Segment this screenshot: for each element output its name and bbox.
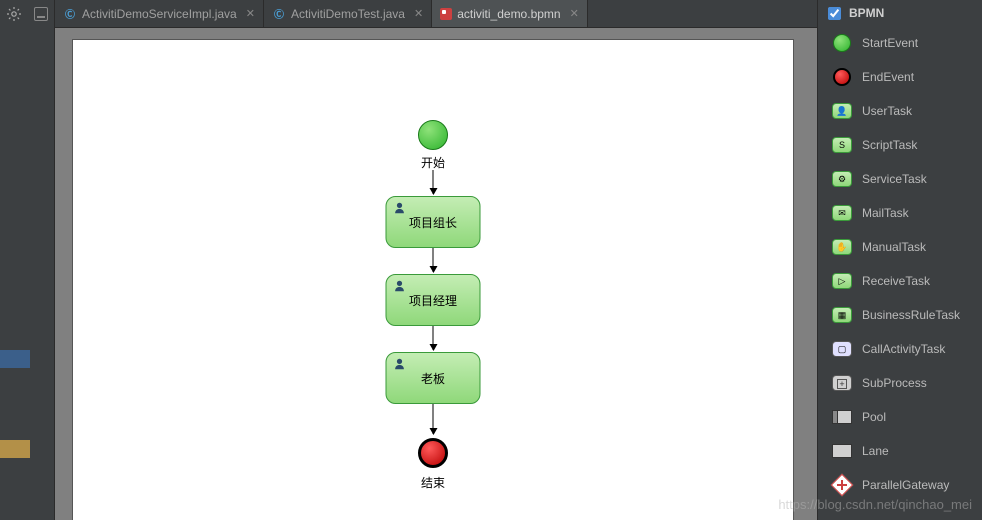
- service-task-icon: ⚙: [832, 169, 852, 189]
- tab-label: activiti_demo.bpmn: [457, 7, 560, 21]
- palette-item-start-event[interactable]: StartEvent: [818, 26, 982, 60]
- sequence-flow[interactable]: [433, 248, 434, 272]
- start-event-icon: [832, 33, 852, 53]
- palette-item-label: MailTask: [862, 206, 909, 220]
- receive-task-icon: ▷: [832, 271, 852, 291]
- palette-item-label: CallActivityTask: [862, 342, 945, 356]
- java-icon: Ⓒ: [63, 7, 77, 21]
- palette-item-pool[interactable]: Pool: [818, 400, 982, 434]
- palette-item-parallel-gateway[interactable]: ParallelGateway: [818, 468, 982, 502]
- palette-item-label: EndEvent: [862, 70, 914, 84]
- user-icon: [393, 279, 407, 293]
- tab-activiti-demo-bpmn[interactable]: activiti_demo.bpmn ✕: [432, 0, 588, 27]
- palette-title: BPMN: [849, 6, 884, 20]
- palette-item-lane[interactable]: Lane: [818, 434, 982, 468]
- user-icon: [393, 201, 407, 215]
- bpmn-palette: BPMN StartEvent EndEvent 👤 UserTask S Sc…: [817, 0, 982, 520]
- palette-item-service-task[interactable]: ⚙ ServiceTask: [818, 162, 982, 196]
- start-event-label: 开始: [421, 154, 445, 171]
- sequence-flow[interactable]: [433, 404, 434, 434]
- palette-item-label: SubProcess: [862, 376, 927, 390]
- gutter-marker-blue: [0, 350, 30, 368]
- tab-label: ActivitiDemoServiceImpl.java: [82, 7, 237, 21]
- palette-item-label: BusinessRuleTask: [862, 308, 960, 322]
- palette-item-label: Lane: [862, 444, 889, 458]
- user-task-node-3[interactable]: 老板: [386, 352, 481, 404]
- palette-item-user-task[interactable]: 👤 UserTask: [818, 94, 982, 128]
- java-icon: Ⓒ: [272, 7, 286, 21]
- close-icon[interactable]: ✕: [414, 7, 423, 20]
- business-rule-task-icon: ▦: [832, 305, 852, 325]
- manual-task-icon: ✋: [832, 237, 852, 257]
- palette-item-sub-process[interactable]: SubProcess: [818, 366, 982, 400]
- palette-item-label: ParallelGateway: [862, 478, 949, 492]
- palette-item-label: ReceiveTask: [862, 274, 930, 288]
- user-task-icon: 👤: [832, 101, 852, 121]
- sequence-flow[interactable]: [433, 326, 434, 350]
- palette-item-script-task[interactable]: S ScriptTask: [818, 128, 982, 162]
- task-label: 项目组长: [409, 214, 457, 231]
- end-event-icon: [832, 67, 852, 87]
- user-task-node-1[interactable]: 项目组长: [386, 196, 481, 248]
- palette-item-label: Pool: [862, 410, 886, 424]
- gear-icon[interactable]: [6, 6, 22, 22]
- bpmn-canvas[interactable]: 开始 项目组长 项目经理 老板: [73, 40, 793, 520]
- palette-item-label: StartEvent: [862, 36, 918, 50]
- mail-task-icon: ✉: [832, 203, 852, 223]
- editor-viewport[interactable]: 开始 项目组长 项目经理 老板: [55, 28, 817, 520]
- main-area: Ⓒ ActivitiDemoServiceImpl.java ✕ Ⓒ Activ…: [55, 0, 817, 520]
- sequence-flow[interactable]: [433, 170, 434, 194]
- close-icon[interactable]: ✕: [570, 7, 579, 20]
- palette-item-label: ScriptTask: [862, 138, 917, 152]
- call-activity-task-icon: ▢: [832, 339, 852, 359]
- end-event-label: 结束: [421, 474, 445, 491]
- sub-process-icon: [832, 373, 852, 393]
- palette-item-label: UserTask: [862, 104, 912, 118]
- tab-activiti-demo-service-impl[interactable]: Ⓒ ActivitiDemoServiceImpl.java ✕: [55, 0, 264, 27]
- palette-item-mail-task[interactable]: ✉ MailTask: [818, 196, 982, 230]
- task-label: 项目经理: [409, 292, 457, 309]
- palette-toggle-checkbox[interactable]: [828, 7, 841, 20]
- palette-item-label: ServiceTask: [862, 172, 927, 186]
- palette-item-business-rule-task[interactable]: ▦ BusinessRuleTask: [818, 298, 982, 332]
- bpmn-file-icon: [440, 8, 452, 20]
- user-icon: [393, 357, 407, 371]
- editor-tabs: Ⓒ ActivitiDemoServiceImpl.java ✕ Ⓒ Activ…: [55, 0, 817, 28]
- palette-item-end-event[interactable]: EndEvent: [818, 60, 982, 94]
- script-task-icon: S: [832, 135, 852, 155]
- tab-activiti-demo-test[interactable]: Ⓒ ActivitiDemoTest.java ✕: [264, 0, 432, 27]
- gutter-marker-orange: [0, 440, 30, 458]
- left-gutter: [0, 0, 55, 520]
- palette-item-receive-task[interactable]: ▷ ReceiveTask: [818, 264, 982, 298]
- end-event-node[interactable]: [418, 438, 448, 468]
- palette-item-manual-task[interactable]: ✋ ManualTask: [818, 230, 982, 264]
- tab-label: ActivitiDemoTest.java: [291, 7, 405, 21]
- minimize-icon[interactable]: [34, 7, 48, 21]
- user-task-node-2[interactable]: 项目经理: [386, 274, 481, 326]
- lane-icon: [832, 441, 852, 461]
- close-icon[interactable]: ✕: [246, 7, 255, 20]
- palette-header[interactable]: BPMN: [818, 0, 982, 26]
- palette-item-call-activity-task[interactable]: ▢ CallActivityTask: [818, 332, 982, 366]
- palette-item-label: ManualTask: [862, 240, 926, 254]
- pool-icon: [832, 407, 852, 427]
- parallel-gateway-icon: [832, 475, 852, 495]
- task-label: 老板: [421, 370, 445, 387]
- start-event-node[interactable]: [418, 120, 448, 150]
